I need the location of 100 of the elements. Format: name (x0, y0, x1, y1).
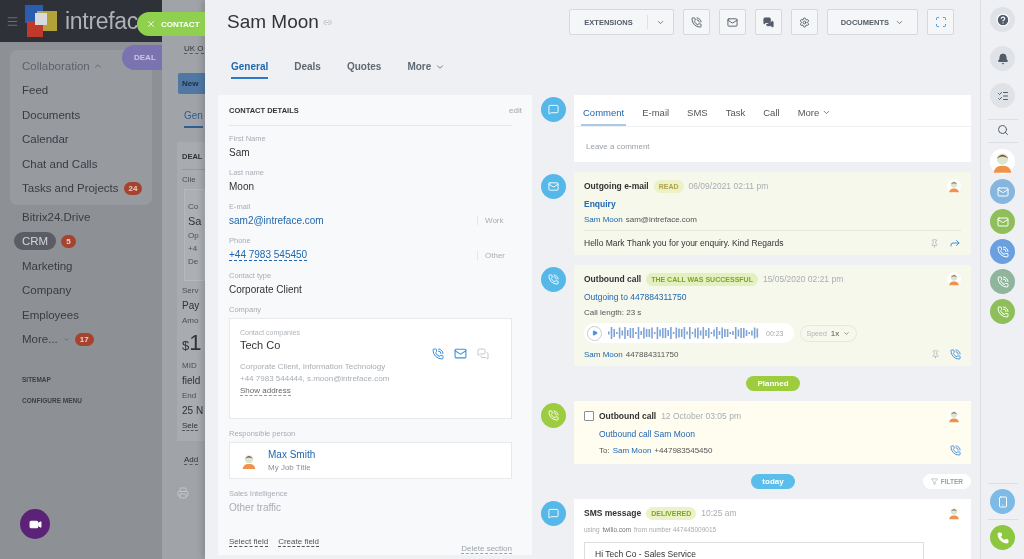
menu-item[interactable]: Feed (22, 84, 49, 97)
field-label: Clie (182, 175, 197, 184)
pin-icon[interactable] (930, 238, 939, 248)
chat-button[interactable] (754, 9, 782, 35)
avatar (947, 272, 961, 286)
activity-title: Outgoing e-mail (584, 181, 649, 191)
phone-icon[interactable] (990, 239, 1015, 264)
menu-item[interactable]: CRM (14, 232, 57, 251)
composer-tab[interactable]: Task (723, 107, 748, 126)
action-link[interactable]: Create field (278, 537, 320, 547)
link-icon[interactable] (322, 17, 332, 27)
tab[interactable]: More (407, 55, 446, 79)
select-link[interactable]: Sele (182, 421, 198, 431)
chevron-down-icon (822, 108, 832, 117)
phone-button[interactable] (990, 525, 1015, 550)
contact-title: Sam Moon (227, 11, 319, 33)
mail-icon[interactable] (454, 347, 467, 360)
sender-address: sam@intreface.com (625, 215, 697, 224)
menu-item[interactable]: Tasks and Projects (22, 182, 119, 195)
field-label: Co (188, 202, 200, 211)
tab[interactable]: Deals (294, 55, 321, 79)
pin-icon[interactable] (931, 350, 940, 359)
printer-icon[interactable] (177, 487, 189, 499)
call-link[interactable]: Outbound call Sam Moon (599, 429, 961, 439)
menu-item[interactable]: Calendar (22, 133, 69, 146)
field-value: field (182, 375, 202, 386)
message-icon (541, 501, 566, 526)
mail-icon[interactable] (990, 209, 1015, 234)
phone-icon[interactable] (990, 299, 1015, 324)
checkbox[interactable] (584, 411, 594, 421)
call-button[interactable] (682, 9, 710, 35)
call-link[interactable]: Outgoing to 447884311750 (584, 292, 961, 302)
phone-link[interactable]: +44 7983 545450 (229, 249, 308, 261)
menu-item[interactable]: Marketing (22, 259, 73, 272)
new-button[interactable]: New (178, 73, 205, 94)
call-length: Call length: 23 s (584, 308, 643, 317)
reply-icon[interactable] (949, 237, 961, 249)
phone-icon[interactable] (990, 269, 1015, 294)
fullscreen-button[interactable] (927, 9, 954, 35)
search-icon[interactable] (996, 124, 1009, 136)
show-address-link[interactable]: Show address (240, 386, 291, 396)
sender-link[interactable]: Sam Moon (584, 215, 623, 224)
date-divider: today (751, 474, 795, 489)
amount-value: $1 (182, 330, 203, 356)
field-label: End (182, 391, 198, 400)
menu-item[interactable]: Company (22, 284, 72, 297)
mail-icon (726, 16, 738, 28)
play-icon (591, 330, 598, 336)
email-button[interactable] (718, 9, 746, 35)
focus-frame-icon (934, 16, 947, 28)
bell-icon[interactable] (990, 46, 1015, 71)
activity-time: 06/09/2021 02:11 pm (688, 181, 769, 191)
action-link[interactable]: Select field (229, 537, 269, 547)
tab[interactable]: Quotes (346, 55, 382, 79)
count-badge: 5 (61, 234, 76, 248)
checklist-icon[interactable] (990, 83, 1015, 108)
menu-item[interactable]: Bitrix24.Drive (22, 210, 91, 223)
tab[interactable]: General (231, 55, 269, 79)
contact-link[interactable]: Sam Moon (612, 446, 652, 455)
email-subject[interactable]: Enquiry (584, 199, 961, 209)
breadcrumb-link[interactable]: UK O (184, 44, 204, 54)
field-label: De (188, 257, 200, 266)
field-label: +4 (188, 244, 199, 253)
field-type: Other (477, 250, 512, 260)
field-value: Sam (229, 147, 251, 158)
menu-item[interactable]: Documents (22, 108, 81, 121)
phone-icon (690, 16, 702, 28)
composer-tab[interactable]: Call (761, 107, 782, 126)
email-body: Hello Mark Thank you for your enquiry. Kind Regards (584, 238, 784, 248)
menu-icon[interactable] (6, 14, 19, 28)
phone-icon[interactable] (950, 445, 961, 456)
filter-icon (930, 478, 938, 485)
composer-tab[interactable]: E-mail (640, 107, 672, 126)
settings-icon (798, 16, 810, 28)
contact-number: +447983545450 (654, 446, 713, 455)
background-tab[interactable]: Gen (184, 110, 203, 128)
add-link[interactable]: Add (184, 455, 199, 465)
menu-item[interactable]: More... (22, 333, 58, 346)
activity-title: Outbound call (584, 274, 642, 284)
activity-time: 15/05/2020 02:21 pm (762, 274, 844, 284)
settings-button[interactable] (790, 9, 818, 35)
composer-tab[interactable]: Comment (581, 107, 627, 126)
menu-item[interactable]: Employees (22, 308, 79, 321)
person-name[interactable]: Max Smith (268, 449, 501, 460)
help-icon[interactable] (990, 7, 1015, 32)
field-label: MID (182, 361, 198, 370)
composer-tab[interactable]: SMS (685, 107, 710, 126)
contact-link[interactable]: Sam Moon (584, 350, 623, 359)
menu-item[interactable]: Chat and Calls (22, 157, 98, 170)
email-link[interactable]: sam2@intreface.com (229, 215, 324, 226)
composer-tab[interactable]: More (795, 107, 834, 126)
chat-icon[interactable] (477, 347, 489, 360)
phone-icon[interactable] (950, 349, 961, 360)
avatar (947, 506, 961, 520)
phone-icon[interactable] (432, 347, 444, 360)
mail-icon[interactable] (990, 179, 1015, 204)
phone-icon (541, 267, 566, 292)
play-button[interactable] (587, 325, 602, 341)
avatar (947, 179, 961, 193)
comment-field[interactable]: Leave a comment (584, 141, 961, 152)
